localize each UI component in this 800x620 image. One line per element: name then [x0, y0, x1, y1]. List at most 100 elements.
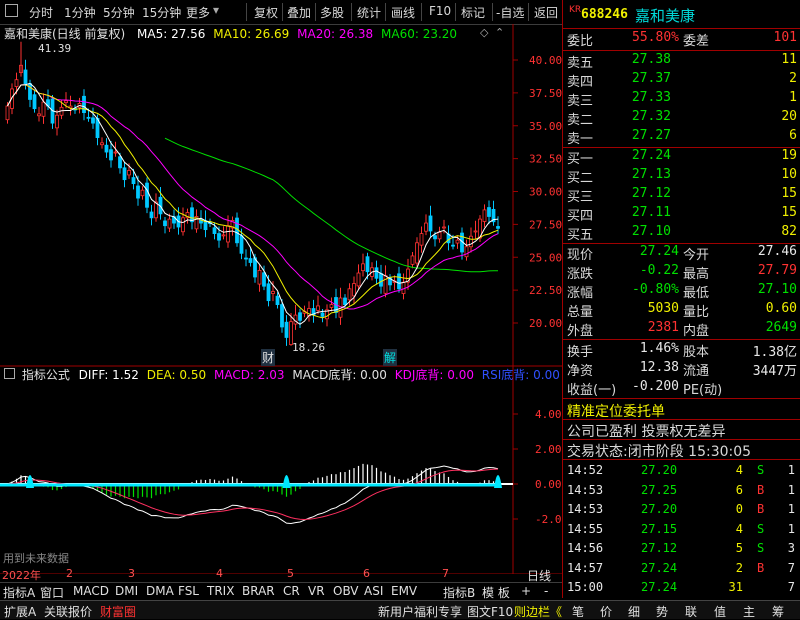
- tick-flag: B: [757, 502, 765, 516]
- tab-emv[interactable]: EMV: [391, 584, 417, 598]
- bid-row[interactable]: 买四 27.11 15: [563, 205, 800, 224]
- bottom-expand-a[interactable]: 扩展A: [4, 603, 36, 620]
- toolbar-item-huaxian[interactable]: 画线: [391, 4, 415, 21]
- bid-price: 27.13: [631, 167, 671, 182]
- kdj-divergence-label: KDJ底背: 0.00: [394, 368, 474, 382]
- candle-body: [469, 235, 473, 248]
- indicator-toggle-icon[interactable]: [4, 368, 15, 379]
- ask-price: 27.38: [631, 52, 671, 67]
- tab-zhibiao-b[interactable]: 指标B: [443, 584, 475, 601]
- bid-row[interactable]: 买二 27.13 10: [563, 167, 800, 186]
- tick-count: 1: [787, 482, 795, 497]
- candle-body: [86, 116, 91, 119]
- indicator-name[interactable]: 指标公式: [22, 368, 70, 382]
- ask-row[interactable]: 卖四 27.37 2: [563, 71, 800, 90]
- candle-body: [374, 267, 379, 279]
- unlock-marker[interactable]: 解: [383, 349, 398, 366]
- stat2-label-2: 流通: [683, 364, 710, 379]
- tab-window[interactable]: 窗口: [40, 584, 64, 601]
- panel-tab-zhi[interactable]: 值: [714, 603, 726, 620]
- tick-price: 27.20: [641, 463, 678, 477]
- panel-tab-chou[interactable]: 筹: [772, 603, 784, 620]
- toolbar-item-f10[interactable]: F10: [429, 4, 451, 18]
- ask-row[interactable]: 卖五 27.38 11: [563, 52, 800, 71]
- bottom-wealth-circle[interactable]: 财富圈: [100, 603, 136, 620]
- ask-row[interactable]: 卖三 27.33 1: [563, 90, 800, 109]
- panel-tab-bi[interactable]: 笔: [572, 603, 584, 620]
- toolbar-item-fenshi[interactable]: 分时: [29, 4, 53, 21]
- add-pane-button[interactable]: +: [521, 584, 531, 598]
- tab-fsl[interactable]: FSL: [178, 584, 199, 598]
- tick-price: 27.15: [641, 521, 678, 536]
- tab-obv[interactable]: OBV: [333, 584, 359, 598]
- toolbar-item-fanhui[interactable]: 返回: [534, 4, 558, 21]
- bid-row[interactable]: 买五 27.10 82: [563, 224, 800, 243]
- bottom-related-quotes[interactable]: 关联报价: [44, 603, 92, 620]
- toolbar-item-biaoji[interactable]: 标记: [461, 4, 485, 21]
- candle-body: [212, 227, 217, 234]
- candle-body: [347, 288, 352, 301]
- ask-volume: 6: [789, 128, 797, 143]
- trade-status: 交易状态:闭市阶段 15:30:05: [567, 444, 752, 460]
- tab-trix[interactable]: TRIX: [207, 584, 234, 598]
- toolbar-item-fuquan[interactable]: 复权: [254, 4, 278, 21]
- candle-body: [131, 177, 136, 185]
- ask-row[interactable]: 卖二 27.32 20: [563, 109, 800, 128]
- toolbar-item-duogu[interactable]: 多股: [320, 4, 344, 21]
- tab-zhibiao-a[interactable]: 指标A: [3, 584, 35, 601]
- tab-dmi[interactable]: DMI: [115, 584, 138, 598]
- promo-text[interactable]: 精准定位委托单: [567, 401, 665, 421]
- panel-tab-lian[interactable]: 联: [685, 603, 697, 620]
- candle-body: [14, 79, 19, 87]
- tab-dma[interactable]: DMA: [146, 584, 174, 598]
- panel-tab-jia[interactable]: 价: [600, 603, 612, 620]
- tab-macd[interactable]: MACD: [73, 584, 109, 598]
- bottom-new-user-promo[interactable]: 新用户福利专享: [378, 603, 462, 620]
- tab-vr[interactable]: VR: [308, 584, 325, 598]
- tab-asi[interactable]: ASI: [364, 584, 383, 598]
- bid-row[interactable]: 买三 27.12 15: [563, 186, 800, 205]
- tab-cr[interactable]: CR: [283, 584, 300, 598]
- stat-label-2: 最高: [683, 267, 710, 282]
- toolbar-item-zixuan[interactable]: -自选: [496, 4, 524, 21]
- toolbar-item-more[interactable]: 更多: [186, 4, 210, 21]
- candle-body: [23, 69, 28, 85]
- bid-volume: 19: [781, 148, 797, 163]
- tick-time: 14:53: [567, 482, 604, 497]
- panel-tab-xi[interactable]: 细: [628, 603, 640, 620]
- toolbar-item-1min[interactable]: 1分钟: [64, 4, 96, 21]
- tick-price: 27.12: [641, 541, 678, 555]
- kline-chart-area[interactable]: 40.00 37.50 35.00 32.50 30.00 27.50 25.00 22.50…: [0, 24, 562, 574]
- bottom-bar: 扩展A 关联报价 财富圈 新用户福利专享 图文F10 则边栏《 笔 价 细 势 …: [0, 600, 800, 619]
- more-chevron-icon[interactable]: ▾: [213, 3, 219, 17]
- toolbar-item-diejia[interactable]: 叠加: [287, 4, 311, 21]
- bid-label: 买一: [567, 152, 594, 167]
- bottom-sidebar[interactable]: 则边栏《: [514, 603, 562, 620]
- promo-row[interactable]: 精准定位委托单: [563, 401, 800, 420]
- price-tick-label: 40.00: [529, 54, 562, 67]
- panel-tab-shi[interactable]: 势: [656, 603, 668, 620]
- tick-time: 15:00: [567, 580, 604, 594]
- price-tick-label: 22.50: [529, 284, 562, 297]
- tab-template[interactable]: 模 板: [482, 584, 510, 601]
- toolbar-item-checkbox-icon[interactable]: [5, 4, 18, 17]
- future-data-note: 用到未来数据: [3, 552, 69, 565]
- tab-brar[interactable]: BRAR: [242, 584, 275, 598]
- toolbar-item-tongji[interactable]: 统计: [357, 4, 381, 21]
- tick-time: 14:52: [567, 463, 604, 477]
- candle-body: [149, 211, 154, 219]
- panel-tab-zhu[interactable]: 主: [743, 603, 755, 620]
- toolbar-item-5min[interactable]: 5分钟: [103, 4, 135, 21]
- time-label-apr: 4: [216, 567, 223, 580]
- high-annotation: 41.39: [38, 42, 72, 55]
- toolbar-item-15min[interactable]: 15分钟: [142, 4, 181, 21]
- bottom-f10[interactable]: 图文F10: [467, 603, 513, 620]
- ask-row[interactable]: 卖一 27.27 6: [563, 128, 800, 147]
- collapse-chevron-icon[interactable]: ⌃: [495, 26, 504, 39]
- remove-pane-button[interactable]: -: [544, 584, 548, 598]
- diff-line: [7, 465, 499, 524]
- diamond-icon[interactable]: ◇: [480, 26, 488, 39]
- financial-report-marker[interactable]: 财: [261, 349, 276, 366]
- macd-divergence-label: MACD底背: 0.00: [292, 368, 387, 382]
- bid-row[interactable]: 买一 27.24 19: [563, 148, 800, 167]
